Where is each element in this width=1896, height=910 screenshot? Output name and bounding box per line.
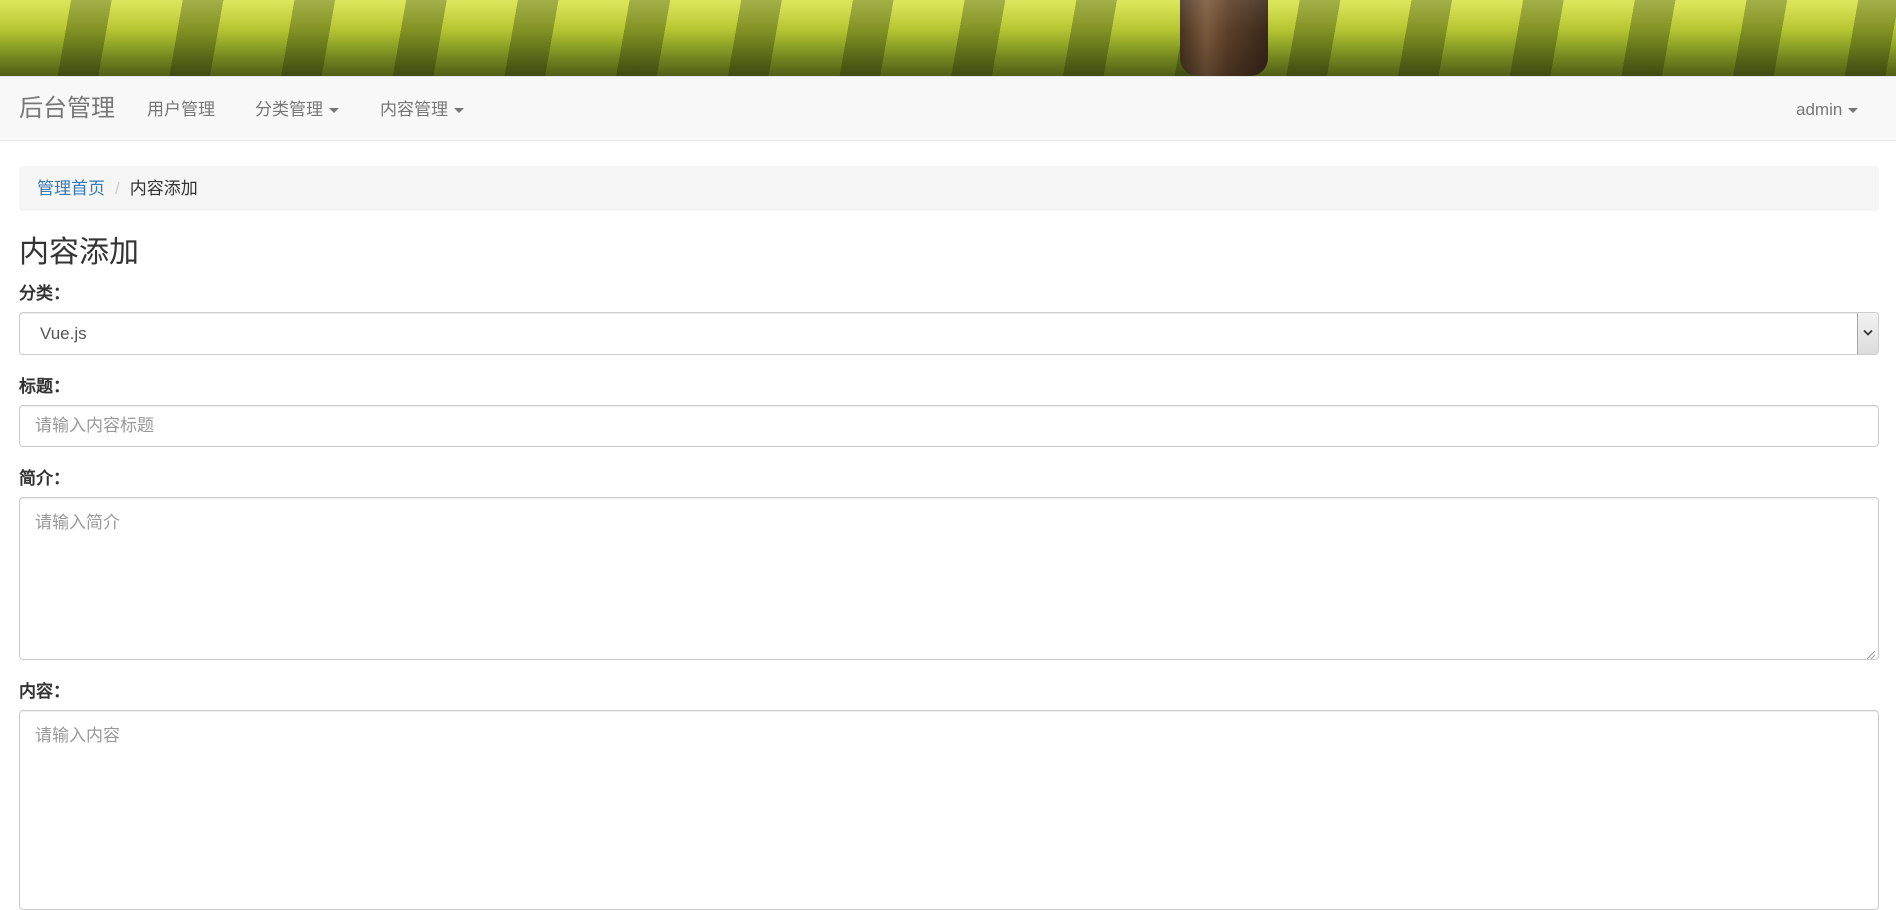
caret-down-icon (1848, 108, 1859, 114)
navbar-brand[interactable]: 后台管理 (19, 95, 115, 123)
user-menu[interactable]: admin (1796, 99, 1859, 121)
nav-item-label: 内容管理 (380, 100, 448, 119)
category-select[interactable]: Vue.js (19, 312, 1879, 355)
breadcrumb-current: 内容添加 (129, 179, 198, 198)
chevron-down-icon (1863, 329, 1873, 336)
summary-textarea[interactable] (19, 497, 1879, 660)
user-menu-label: admin (1796, 100, 1843, 119)
category-label: 分类： (19, 284, 70, 303)
caret-down-icon (329, 108, 339, 114)
top-navbar: 后台管理 用户管理 分类管理 内容管理 admin (0, 76, 1896, 141)
page-title: 内容添加 (19, 236, 139, 269)
title-input[interactable] (19, 405, 1879, 447)
category-select-value: Vue.js (40, 324, 87, 343)
nav-item-content-management[interactable]: 内容管理 (380, 99, 464, 121)
breadcrumb-home-link[interactable]: 管理首页 (37, 179, 105, 198)
header-banner-image (0, 0, 1896, 76)
nav-item-label: 用户管理 (147, 100, 215, 119)
title-label: 标题： (19, 377, 70, 396)
select-dropdown-button[interactable] (1857, 313, 1878, 354)
breadcrumb: 管理首页 / 内容添加 (19, 166, 1879, 211)
summary-label: 简介： (19, 469, 70, 488)
nav-item-category-management[interactable]: 分类管理 (255, 99, 339, 121)
resize-grip-icon[interactable] (1864, 648, 1876, 660)
nav-item-user-management[interactable]: 用户管理 (147, 99, 215, 121)
breadcrumb-separator: / (115, 179, 120, 198)
content-label: 内容： (19, 682, 70, 701)
caret-down-icon (454, 108, 464, 114)
content-textarea[interactable] (19, 710, 1879, 910)
nav-item-label: 分类管理 (255, 100, 323, 119)
